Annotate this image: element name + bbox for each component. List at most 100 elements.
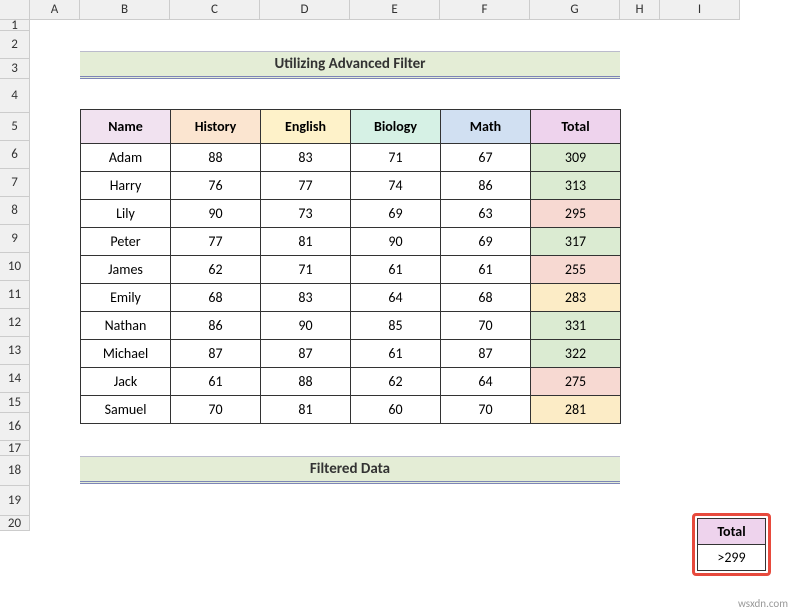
cell-name[interactable]: Jack: [81, 368, 171, 396]
row-header-11[interactable]: 11: [0, 281, 30, 309]
row-header-16[interactable]: 16: [0, 413, 30, 441]
cell-history[interactable]: 61: [171, 368, 261, 396]
row-header-18[interactable]: 18: [0, 456, 30, 486]
header-biology[interactable]: Biology: [351, 110, 441, 144]
cell-total[interactable]: 283: [531, 284, 621, 312]
cell-biology[interactable]: 85: [351, 312, 441, 340]
row-header-15[interactable]: 15: [0, 393, 30, 413]
cell-english[interactable]: 81: [261, 228, 351, 256]
row-header-10[interactable]: 10: [0, 253, 30, 281]
cell-total[interactable]: 255: [531, 256, 621, 284]
cell-total[interactable]: 322: [531, 340, 621, 368]
cell-history[interactable]: 70: [171, 396, 261, 424]
cell-english[interactable]: 73: [261, 200, 351, 228]
cell-name[interactable]: Nathan: [81, 312, 171, 340]
row-header-17[interactable]: 17: [0, 441, 30, 456]
col-header-A[interactable]: A: [30, 0, 80, 20]
row-header-5[interactable]: 5: [0, 113, 30, 141]
row-header-7[interactable]: 7: [0, 169, 30, 197]
cell-name[interactable]: James: [81, 256, 171, 284]
header-name[interactable]: Name: [81, 110, 171, 144]
col-header-B[interactable]: B: [80, 0, 170, 20]
col-header-D[interactable]: D: [260, 0, 350, 20]
header-total[interactable]: Total: [531, 110, 621, 144]
cell-total[interactable]: 331: [531, 312, 621, 340]
col-header-I[interactable]: I: [660, 0, 740, 20]
header-history[interactable]: History: [171, 110, 261, 144]
row-header-2[interactable]: 2: [0, 31, 30, 59]
cell-math[interactable]: 64: [441, 368, 531, 396]
cell-history[interactable]: 68: [171, 284, 261, 312]
cell-biology[interactable]: 90: [351, 228, 441, 256]
row-header-1[interactable]: 1: [0, 20, 30, 31]
cell-math[interactable]: 69: [441, 228, 531, 256]
cell-name[interactable]: Michael: [81, 340, 171, 368]
col-header-G[interactable]: G: [530, 0, 620, 20]
col-header-E[interactable]: E: [350, 0, 440, 20]
col-header-C[interactable]: C: [170, 0, 260, 20]
col-header-F[interactable]: F: [440, 0, 530, 20]
cell-english[interactable]: 87: [261, 340, 351, 368]
table-row: Emily68836468283: [81, 284, 621, 312]
criteria-table: Total >299: [697, 518, 766, 571]
cell-name[interactable]: Emily: [81, 284, 171, 312]
row-header-6[interactable]: 6: [0, 141, 30, 169]
row-header-20[interactable]: 20: [0, 516, 30, 531]
row-header-13[interactable]: 13: [0, 337, 30, 365]
header-english[interactable]: English: [261, 110, 351, 144]
cell-math[interactable]: 87: [441, 340, 531, 368]
row-header-12[interactable]: 12: [0, 309, 30, 337]
cell-english[interactable]: 88: [261, 368, 351, 396]
cell-history[interactable]: 88: [171, 144, 261, 172]
cell-biology[interactable]: 64: [351, 284, 441, 312]
row-header-9[interactable]: 9: [0, 225, 30, 253]
cell-history[interactable]: 62: [171, 256, 261, 284]
cell-history[interactable]: 77: [171, 228, 261, 256]
criteria-header[interactable]: Total: [698, 519, 766, 545]
header-math[interactable]: Math: [441, 110, 531, 144]
cell-math[interactable]: 68: [441, 284, 531, 312]
cell-english[interactable]: 77: [261, 172, 351, 200]
cell-history[interactable]: 86: [171, 312, 261, 340]
cell-name[interactable]: Samuel: [81, 396, 171, 424]
cell-math[interactable]: 67: [441, 144, 531, 172]
cell-math[interactable]: 63: [441, 200, 531, 228]
cell-english[interactable]: 71: [261, 256, 351, 284]
cell-name[interactable]: Peter: [81, 228, 171, 256]
cell-biology[interactable]: 71: [351, 144, 441, 172]
cell-biology[interactable]: 60: [351, 396, 441, 424]
cell-math[interactable]: 70: [441, 312, 531, 340]
cell-english[interactable]: 81: [261, 396, 351, 424]
cell-name[interactable]: Lily: [81, 200, 171, 228]
cell-biology[interactable]: 61: [351, 256, 441, 284]
cell-biology[interactable]: 74: [351, 172, 441, 200]
criteria-value[interactable]: >299: [698, 545, 766, 571]
cell-total[interactable]: 317: [531, 228, 621, 256]
cell-total[interactable]: 275: [531, 368, 621, 396]
cell-biology[interactable]: 61: [351, 340, 441, 368]
row-header-4[interactable]: 4: [0, 79, 30, 113]
cell-history[interactable]: 87: [171, 340, 261, 368]
cell-history[interactable]: 76: [171, 172, 261, 200]
table-row: Samuel70816070281: [81, 396, 621, 424]
cell-history[interactable]: 90: [171, 200, 261, 228]
cell-biology[interactable]: 69: [351, 200, 441, 228]
cell-biology[interactable]: 62: [351, 368, 441, 396]
cell-math[interactable]: 61: [441, 256, 531, 284]
row-header-14[interactable]: 14: [0, 365, 30, 393]
cell-name[interactable]: Adam: [81, 144, 171, 172]
col-header-H[interactable]: H: [620, 0, 660, 20]
row-header-19[interactable]: 19: [0, 486, 30, 516]
row-header-8[interactable]: 8: [0, 197, 30, 225]
cell-total[interactable]: 281: [531, 396, 621, 424]
cell-name[interactable]: Harry: [81, 172, 171, 200]
cell-english[interactable]: 83: [261, 144, 351, 172]
row-header-3[interactable]: 3: [0, 59, 30, 79]
cell-total[interactable]: 309: [531, 144, 621, 172]
cell-total[interactable]: 313: [531, 172, 621, 200]
cell-english[interactable]: 90: [261, 312, 351, 340]
cell-english[interactable]: 83: [261, 284, 351, 312]
cell-total[interactable]: 295: [531, 200, 621, 228]
cell-math[interactable]: 86: [441, 172, 531, 200]
cell-math[interactable]: 70: [441, 396, 531, 424]
